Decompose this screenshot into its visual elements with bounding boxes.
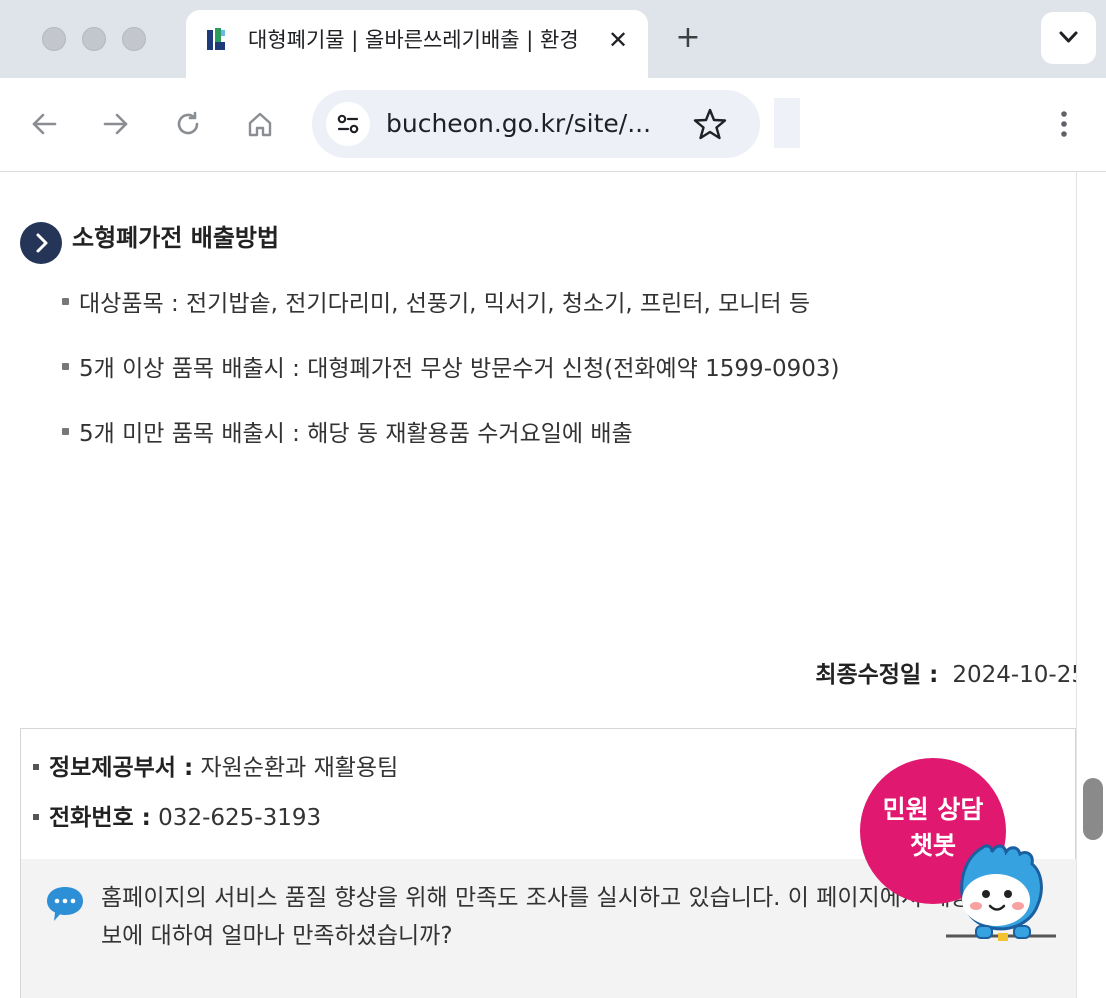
active-tab[interactable]: 대형폐기물 | 올바른쓰레기배출 | 환경 ✕ bbox=[186, 10, 648, 78]
speech-bubble-icon bbox=[47, 887, 83, 921]
bullet-icon bbox=[62, 363, 69, 370]
back-arrow-icon[interactable] bbox=[24, 104, 64, 144]
extension-area bbox=[774, 98, 800, 148]
list-item: 대상품목 : 전기밥솥, 전기다리미, 선풍기, 믹서기, 청소기, 프린터, … bbox=[62, 287, 810, 321]
reload-icon[interactable] bbox=[168, 104, 208, 144]
browser-toolbar: bucheon.go.kr/site/... bbox=[0, 78, 1106, 172]
forward-arrow-icon[interactable] bbox=[96, 104, 136, 144]
window-zoom-button[interactable] bbox=[122, 27, 146, 51]
last-modified-label: 최종수정일 : bbox=[815, 662, 939, 688]
bullet-icon bbox=[33, 813, 39, 820]
list-item: 5개 미만 품목 배출시 : 해당 동 재활용품 수거요일에 배출 bbox=[62, 417, 633, 451]
page-content: 소형폐가전 배출방법 대상품목 : 전기밥솥, 전기다리미, 선풍기, 믹서기,… bbox=[0, 172, 1106, 998]
home-icon[interactable] bbox=[240, 104, 280, 144]
new-tab-button[interactable]: + bbox=[670, 20, 706, 56]
tab-search-button[interactable] bbox=[1041, 12, 1096, 64]
bookmark-star-icon[interactable] bbox=[692, 106, 728, 142]
address-bar[interactable]: bucheon.go.kr/site/... bbox=[312, 90, 760, 158]
chatbot-button[interactable]: 민원 상담 챗봇 bbox=[856, 758, 1066, 948]
url-text[interactable]: bucheon.go.kr/site/... bbox=[386, 108, 651, 140]
last-modified: 최종수정일 : 2024-10-25 bbox=[815, 658, 1086, 692]
window-close-button[interactable] bbox=[42, 27, 66, 51]
section-title: 소형폐가전 배출방법 bbox=[72, 224, 280, 252]
chevron-right-icon bbox=[20, 222, 62, 264]
phone-row: 전화번호 : 032-625-3193 bbox=[33, 801, 321, 835]
kebab-menu-icon[interactable] bbox=[1050, 104, 1078, 144]
scrollbar[interactable] bbox=[1076, 172, 1106, 998]
scrollbar-thumb[interactable] bbox=[1083, 778, 1103, 840]
bucheon-favicon-icon bbox=[207, 28, 225, 50]
tab-strip: 대형폐기물 | 올바른쓰레기배출 | 환경 ✕ + bbox=[0, 0, 1106, 78]
list-item: 5개 이상 품목 배출시 : 대형폐가전 무상 방문수거 신청(전화예약 159… bbox=[62, 352, 840, 386]
chevron-down-icon bbox=[1059, 31, 1078, 43]
bullet-icon bbox=[62, 428, 69, 435]
tab-close-icon[interactable]: ✕ bbox=[602, 24, 634, 56]
tab-title: 대형폐기물 | 올바른쓰레기배출 | 환경 bbox=[248, 28, 579, 52]
tune-icon bbox=[337, 114, 359, 134]
site-info-button[interactable] bbox=[326, 102, 370, 146]
chatbot-mascot-icon bbox=[946, 844, 1056, 941]
bullet-icon bbox=[62, 298, 69, 305]
bullet-icon bbox=[33, 763, 39, 770]
last-modified-date: 2024-10-25 bbox=[952, 662, 1086, 688]
window-minimize-button[interactable] bbox=[82, 27, 106, 51]
department-row: 정보제공부서 : 자원순환과 재활용팀 bbox=[33, 751, 398, 785]
